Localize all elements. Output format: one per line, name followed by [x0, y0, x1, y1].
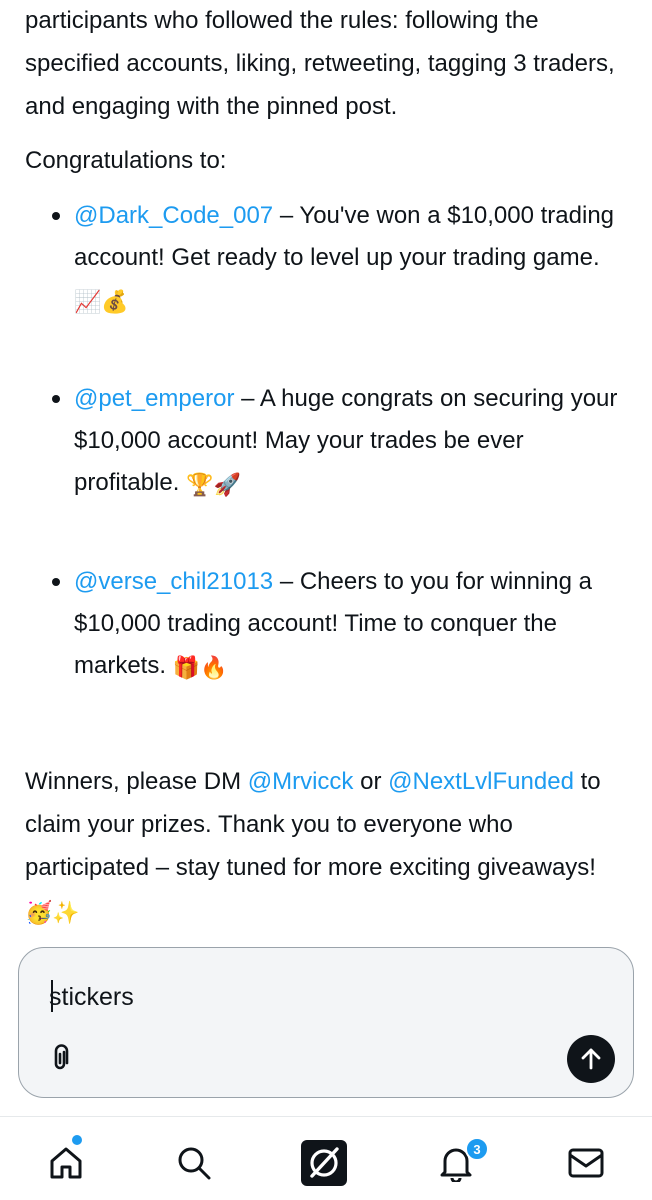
bullet-dot — [52, 395, 60, 403]
bullet-dot — [52, 578, 60, 586]
search-icon — [178, 1147, 211, 1180]
winner-list-item: @verse_chil21013 – Cheers to you for win… — [74, 561, 634, 687]
gift-fire-emoji: 🎁🔥 — [172, 655, 228, 680]
notification-count-badge: 3 — [465, 1137, 489, 1161]
trophy-rocket-emoji: 🏆🚀 — [186, 472, 241, 497]
winner-list-item: @Dark_Code_007 – You've won a $10,000 tr… — [74, 195, 634, 321]
winner-list-item: @pet_emperor – A huge congrats on securi… — [74, 378, 634, 504]
home-icon — [50, 1147, 82, 1179]
mail-icon — [568, 1148, 604, 1178]
nav-grok-button[interactable] — [300, 1139, 348, 1187]
reply-composer — [18, 947, 634, 1098]
post-closing-text: Winners, please DM @Mrvicck or @NextLvlF… — [25, 760, 635, 932]
bottom-nav — [0, 1117, 652, 1200]
party-sparkles-emoji: 🥳✨ — [25, 900, 80, 925]
closing-text-part: or — [353, 768, 389, 795]
grok-icon — [301, 1140, 347, 1186]
bullet-dot — [52, 212, 60, 220]
closing-text-part: Winners, please DM — [25, 768, 248, 795]
winner-mention-link[interactable]: @pet_emperor — [74, 385, 234, 412]
nav-home-button[interactable] — [42, 1139, 90, 1187]
post-intro-text: participants who followed the rules: fol… — [25, 7, 615, 120]
composer-input[interactable] — [49, 980, 569, 1014]
mention-link[interactable]: @Mrvicck — [248, 768, 354, 795]
nav-messages-button[interactable] — [562, 1139, 610, 1187]
text-caret — [51, 980, 53, 1012]
paperclip-icon[interactable] — [49, 1044, 71, 1072]
congrats-heading: Congratulations to: — [25, 147, 227, 174]
winner-mention-link[interactable]: @verse_chil21013 — [74, 568, 273, 595]
chart-money-emoji: 📈💰 — [74, 289, 129, 314]
arrow-up-icon — [581, 1048, 601, 1070]
send-button[interactable] — [567, 1035, 615, 1083]
nav-search-button[interactable] — [170, 1139, 218, 1187]
post-content: participants who followed the rules: fol… — [0, 0, 652, 945]
home-unread-dot — [72, 1135, 82, 1145]
winner-mention-link[interactable]: @Dark_Code_007 — [74, 202, 273, 229]
mention-link[interactable]: @NextLvlFunded — [388, 768, 574, 795]
